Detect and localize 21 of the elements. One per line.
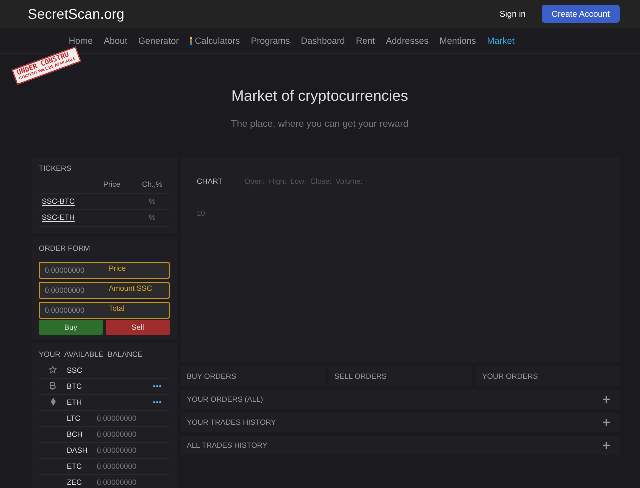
- nav-link[interactable]: Calculators: [190, 36, 240, 46]
- nav-link[interactable]: Market: [487, 36, 515, 46]
- nav-link[interactable]: Generator: [138, 36, 180, 46]
- color-bar-icon: [190, 36, 192, 44]
- sign-in-link[interactable]: Sign in: [500, 9, 526, 19]
- page-subtitle: The place, where you can get your reward: [230, 119, 410, 130]
- site-logo[interactable]: SecretScan.org: [28, 6, 125, 22]
- nav-link[interactable]: Home: [69, 36, 94, 46]
- more-icon[interactable]: [153, 384, 162, 388]
- star-icon: [49, 366, 57, 374]
- nav-link[interactable]: Mentions: [440, 36, 476, 46]
- nav-link[interactable]: Programs: [251, 36, 290, 46]
- page-title: Market of cryptocurrencies: [230, 88, 410, 105]
- bitcoin-icon: [50, 382, 56, 390]
- more-icon[interactable]: [153, 400, 162, 404]
- nav-link[interactable]: About: [104, 36, 128, 46]
- nav-link[interactable]: Rent: [356, 36, 376, 46]
- nav-link[interactable]: Dashboard: [301, 36, 346, 46]
- diamond-icon: [50, 398, 56, 406]
- nav-link[interactable]: Addresses: [386, 36, 429, 46]
- create-account-button[interactable]: Create Account: [542, 5, 620, 23]
